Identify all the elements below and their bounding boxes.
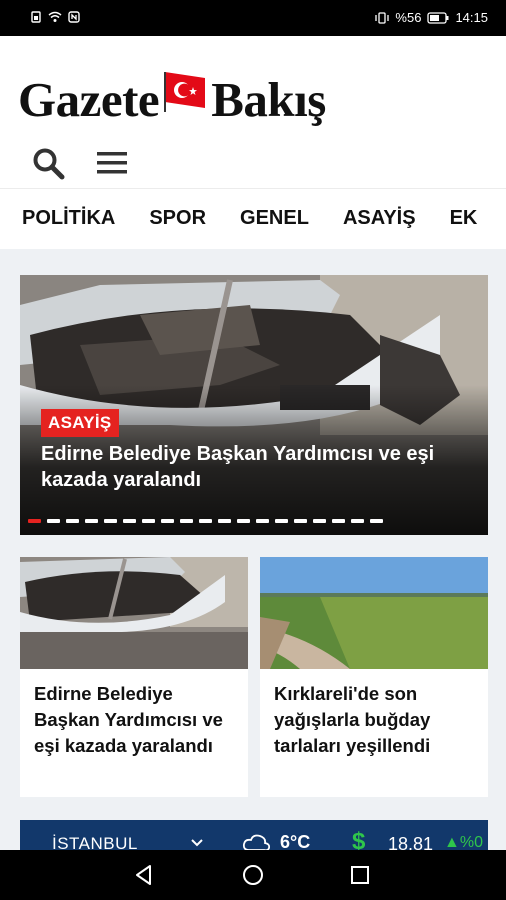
featured-slider[interactable]: ASAYİŞ Edirne Belediye Başkan Yardımcısı… — [20, 275, 488, 535]
hero-title[interactable]: Edirne Belediye Başkan Yardımcısı ve eşi… — [41, 441, 481, 493]
menu-button[interactable] — [94, 146, 130, 180]
status-right: %56 14:15 — [375, 10, 488, 25]
slider-dot[interactable] — [161, 519, 174, 523]
logo-text-left: Gazete — [18, 71, 160, 127]
slider-dot[interactable] — [218, 519, 231, 523]
logo-text-right: Bakış — [211, 71, 326, 127]
system-nav-bar — [0, 850, 506, 900]
category-nav: POLİTİKA SPOR GENEL ASAYİŞ EK — [0, 188, 506, 249]
chevron-down-icon[interactable] — [190, 835, 204, 850]
battery-icon — [427, 11, 449, 24]
recents-icon[interactable] — [348, 863, 372, 887]
sim-icon — [31, 11, 41, 23]
hero-category-badge[interactable]: ASAYİŞ — [41, 409, 119, 437]
nav-item-genel[interactable]: GENEL — [240, 207, 309, 230]
nfc-icon — [68, 11, 80, 23]
temperature: 6°C — [280, 832, 311, 850]
rate-change: ▲%0 — [444, 834, 483, 850]
slider-dot[interactable] — [180, 519, 193, 523]
slider-dot[interactable] — [332, 519, 345, 523]
nav-item-asayis[interactable]: ASAYİŞ — [343, 207, 416, 230]
status-left — [30, 11, 80, 23]
slider-dot[interactable] — [123, 519, 136, 523]
info-ticker: İSTANBUL 6°C $ 18.81 ▲%0 — [20, 820, 488, 850]
slider-dot[interactable] — [28, 519, 41, 523]
slider-dot[interactable] — [66, 519, 79, 523]
menu-icon — [97, 152, 127, 174]
exchange-rate: 18.81 — [388, 834, 434, 850]
slider-dot[interactable] — [142, 519, 155, 523]
app-header: Gazete Bakış — [0, 36, 506, 188]
nav-item-politika[interactable]: POLİTİKA — [22, 207, 115, 230]
card-title[interactable]: Edirne Belediye Başkan Yardımcısı ve eşi… — [34, 681, 236, 759]
news-card[interactable]: Kırklareli'de son yağışlarla buğday tarl… — [260, 557, 488, 797]
slider-dot[interactable] — [313, 519, 326, 523]
logo[interactable]: Gazete Bakış — [18, 64, 326, 134]
dollar-icon: $ — [352, 828, 366, 850]
search-button[interactable] — [30, 146, 66, 180]
slider-dot[interactable] — [85, 519, 98, 523]
home-icon[interactable] — [241, 863, 265, 887]
back-icon[interactable] — [132, 863, 156, 887]
battery-percent: %56 — [395, 10, 422, 25]
nav-item-ek[interactable]: EK — [450, 207, 478, 230]
city-selector[interactable]: İSTANBUL — [52, 834, 138, 850]
search-icon — [33, 148, 65, 180]
slider-dot[interactable] — [275, 519, 288, 523]
slider-dot[interactable] — [256, 519, 269, 523]
turkish-flag-icon — [161, 67, 209, 124]
status-bar: %56 14:15 — [0, 0, 506, 36]
clock: 14:15 — [455, 10, 488, 25]
card-thumbnail — [20, 557, 248, 669]
slider-dot[interactable] — [237, 519, 250, 523]
category-list: POLİTİKA SPOR GENEL ASAYİŞ EK — [22, 207, 477, 230]
news-card[interactable]: Edirne Belediye Başkan Yardımcısı ve eşi… — [20, 557, 248, 797]
slider-pagination — [28, 519, 383, 523]
slider-dot[interactable] — [199, 519, 212, 523]
card-title[interactable]: Kırklareli'de son yağışlarla buğday tarl… — [274, 681, 476, 759]
wifi-icon — [48, 11, 62, 22]
nav-item-spor[interactable]: SPOR — [149, 207, 206, 230]
slider-dot[interactable] — [370, 519, 383, 523]
slider-dot[interactable] — [351, 519, 364, 523]
slider-dot[interactable] — [47, 519, 60, 523]
vibrate-icon — [375, 11, 390, 24]
slider-dot[interactable] — [294, 519, 307, 523]
header-actions — [30, 146, 130, 180]
card-thumbnail — [260, 557, 488, 669]
slider-dot[interactable] — [104, 519, 117, 523]
cloud-icon — [242, 833, 271, 850]
